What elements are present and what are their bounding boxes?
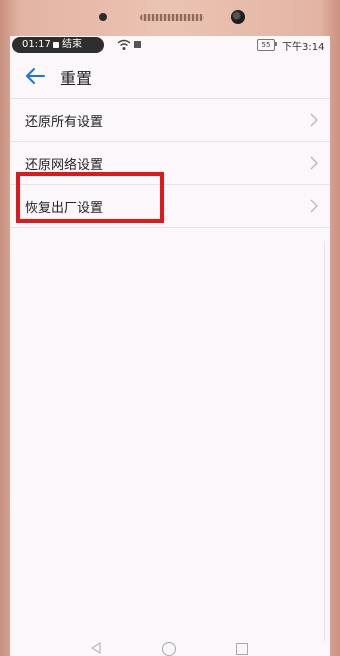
phone-frame: 01:17 结束 55 下午3:14 重置 还原所有设置 还原网络设置 恢复出厂…	[0, 0, 340, 656]
front-camera	[231, 10, 245, 24]
scroll-track	[324, 241, 325, 641]
top-bezel	[0, 0, 340, 36]
record-end-button[interactable]: 结束	[62, 37, 82, 53]
battery-icon: 55	[257, 39, 275, 51]
chevron-right-icon	[310, 156, 318, 170]
nav-recents-icon[interactable]	[236, 643, 248, 655]
nav-home-icon[interactable]	[162, 642, 176, 656]
battery-tip	[275, 42, 277, 46]
arrow-left-icon[interactable]	[24, 66, 46, 86]
app-bar: 重置	[10, 56, 330, 98]
earpiece-speaker	[140, 14, 204, 21]
list-item-label: 还原所有设置	[25, 115, 104, 130]
nav-back-icon[interactable]	[90, 642, 102, 654]
record-time: 01:17	[22, 39, 51, 50]
notification-icon	[134, 41, 141, 48]
list-item-label: 还原网络设置	[25, 158, 104, 173]
nav-bar	[10, 636, 330, 656]
chevron-right-icon	[310, 199, 318, 213]
wifi-icon	[117, 39, 131, 50]
reset-all-settings[interactable]: 还原所有设置	[10, 99, 330, 142]
status-bar: 01:17 结束 55 下午3:14	[10, 36, 330, 54]
sensor-dot	[99, 13, 107, 21]
highlight-box	[16, 172, 164, 223]
page-title: 重置	[60, 69, 93, 88]
screen: 01:17 结束 55 下午3:14 重置 还原所有设置 还原网络设置 恢复出厂…	[10, 36, 330, 656]
stop-square-icon	[53, 42, 59, 48]
chevron-right-icon	[310, 113, 318, 127]
status-clock: 下午3:14	[282, 42, 325, 53]
screen-record-pill[interactable]: 01:17 结束	[12, 37, 104, 53]
